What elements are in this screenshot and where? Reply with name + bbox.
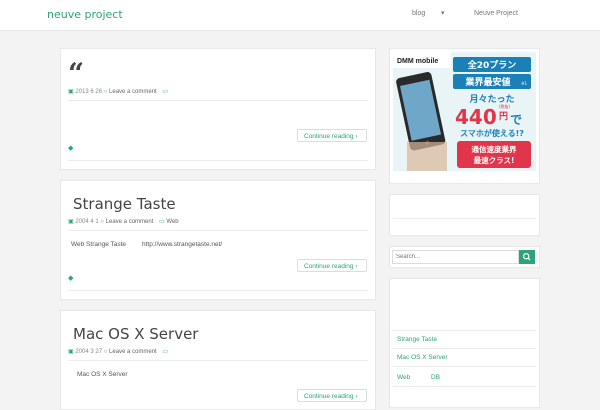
ad-price-suffix: で xyxy=(510,113,522,127)
search-button[interactable] xyxy=(519,250,535,264)
chevron-down-icon[interactable]: ▾ xyxy=(441,9,445,17)
divider xyxy=(393,348,536,349)
post-title[interactable]: Mac OS X Server xyxy=(73,325,198,343)
continue-label: Continue reading xyxy=(304,393,354,400)
top-header: neuve project blog ▾ Neuve Project xyxy=(0,0,600,31)
comment-icon: ○ xyxy=(100,219,104,225)
recent-posts-widget xyxy=(389,278,540,408)
divider xyxy=(393,366,536,367)
recent-post-link[interactable]: Web xyxy=(397,374,410,381)
divider xyxy=(393,218,536,219)
nav-blog[interactable]: blog xyxy=(412,10,425,17)
recent-post-link[interactable]: Strange Taste xyxy=(397,336,437,343)
folder-icon: ▭ xyxy=(162,89,169,95)
comments-link[interactable]: Leave a comment xyxy=(109,89,157,95)
post-title[interactable]: Strange Taste xyxy=(73,195,176,213)
post-body-link[interactable]: http://www.strangetaste.net/ xyxy=(142,241,222,248)
divider xyxy=(68,230,368,231)
ad-line5: 通信速度業界 xyxy=(472,144,517,154)
ad-brand: DMM mobile xyxy=(397,58,438,65)
divider xyxy=(68,160,368,161)
sidebar-widget xyxy=(389,194,540,236)
tag-icon: ◆ xyxy=(68,145,74,152)
folder-icon: ▭ xyxy=(159,219,165,225)
calendar-icon: ▣ xyxy=(68,349,74,355)
ad-banner[interactable]: DMM mobile 全20プラン 業界最安値 ※1 月々たった 440 円 (… xyxy=(393,52,536,171)
post-meta: ▣ 2004 4 1 ○ Leave a comment ▭ Web xyxy=(68,218,179,225)
continue-label: Continue reading xyxy=(304,133,354,140)
continue-label: Continue reading xyxy=(304,263,354,270)
ad-price-tax: (税抜) xyxy=(499,103,511,109)
chevron-right-icon: › xyxy=(355,133,358,140)
nav-neuve-project[interactable]: Neuve Project xyxy=(474,10,518,17)
post-date[interactable]: 2013 6 26 xyxy=(75,89,102,95)
post-date[interactable]: 2004 3 27 xyxy=(75,349,102,355)
search-icon xyxy=(522,252,531,261)
ad-price-unit: 円 xyxy=(499,111,508,122)
calendar-icon: ▣ xyxy=(68,219,74,225)
recent-post-link[interactable]: Mac OS X Server xyxy=(397,354,448,361)
comment-icon: ○ xyxy=(103,89,108,95)
divider xyxy=(393,386,536,387)
ad-banner-art: DMM mobile 全20プラン 業界最安値 ※1 月々たった 440 円 (… xyxy=(393,52,536,171)
quote-icon: “ xyxy=(68,57,85,90)
recent-post-link-extra[interactable]: DB xyxy=(431,374,440,381)
post-meta: ▣ 2004 3 27 ○ Leave a comment ▭ xyxy=(68,348,168,355)
divider xyxy=(393,330,536,331)
ad-line2: 業界最安値 xyxy=(464,76,510,88)
continue-reading-button[interactable]: Continue reading › xyxy=(297,259,367,272)
post-meta: ▣ 2013 6 26 ○ Leave a comment ▭ xyxy=(68,88,168,95)
divider xyxy=(68,100,368,101)
continue-reading-button[interactable]: Continue reading › xyxy=(297,389,367,402)
comment-icon: ○ xyxy=(103,349,108,355)
ad-line2-note: ※1 xyxy=(521,81,527,86)
search-input[interactable] xyxy=(392,250,519,264)
continue-reading-button[interactable]: Continue reading › xyxy=(297,129,367,142)
divider xyxy=(68,360,368,361)
chevron-right-icon: › xyxy=(355,393,358,400)
ad-line6: 最速クラス! xyxy=(474,155,515,165)
folder-icon: ▭ xyxy=(162,349,169,355)
post-body-text: Web Strange Taste xyxy=(71,241,127,248)
tag-icon: ◆ xyxy=(68,275,74,282)
calendar-icon: ▣ xyxy=(68,89,74,95)
chevron-right-icon: › xyxy=(355,263,358,270)
ad-price: 440 xyxy=(455,105,497,129)
post-body-text: Mac OS X Server xyxy=(77,371,128,378)
category-link[interactable]: Web xyxy=(166,219,178,225)
site-brand[interactable]: neuve project xyxy=(47,8,123,21)
ad-line4: スマホが使える!? xyxy=(460,128,524,138)
post-card xyxy=(60,48,376,170)
ad-line1: 全20プラン xyxy=(467,59,517,71)
comments-link[interactable]: Leave a comment xyxy=(106,219,154,225)
divider xyxy=(68,290,368,291)
post-date[interactable]: 2004 4 1 xyxy=(75,219,98,225)
comments-link[interactable]: Leave a comment xyxy=(109,349,157,355)
